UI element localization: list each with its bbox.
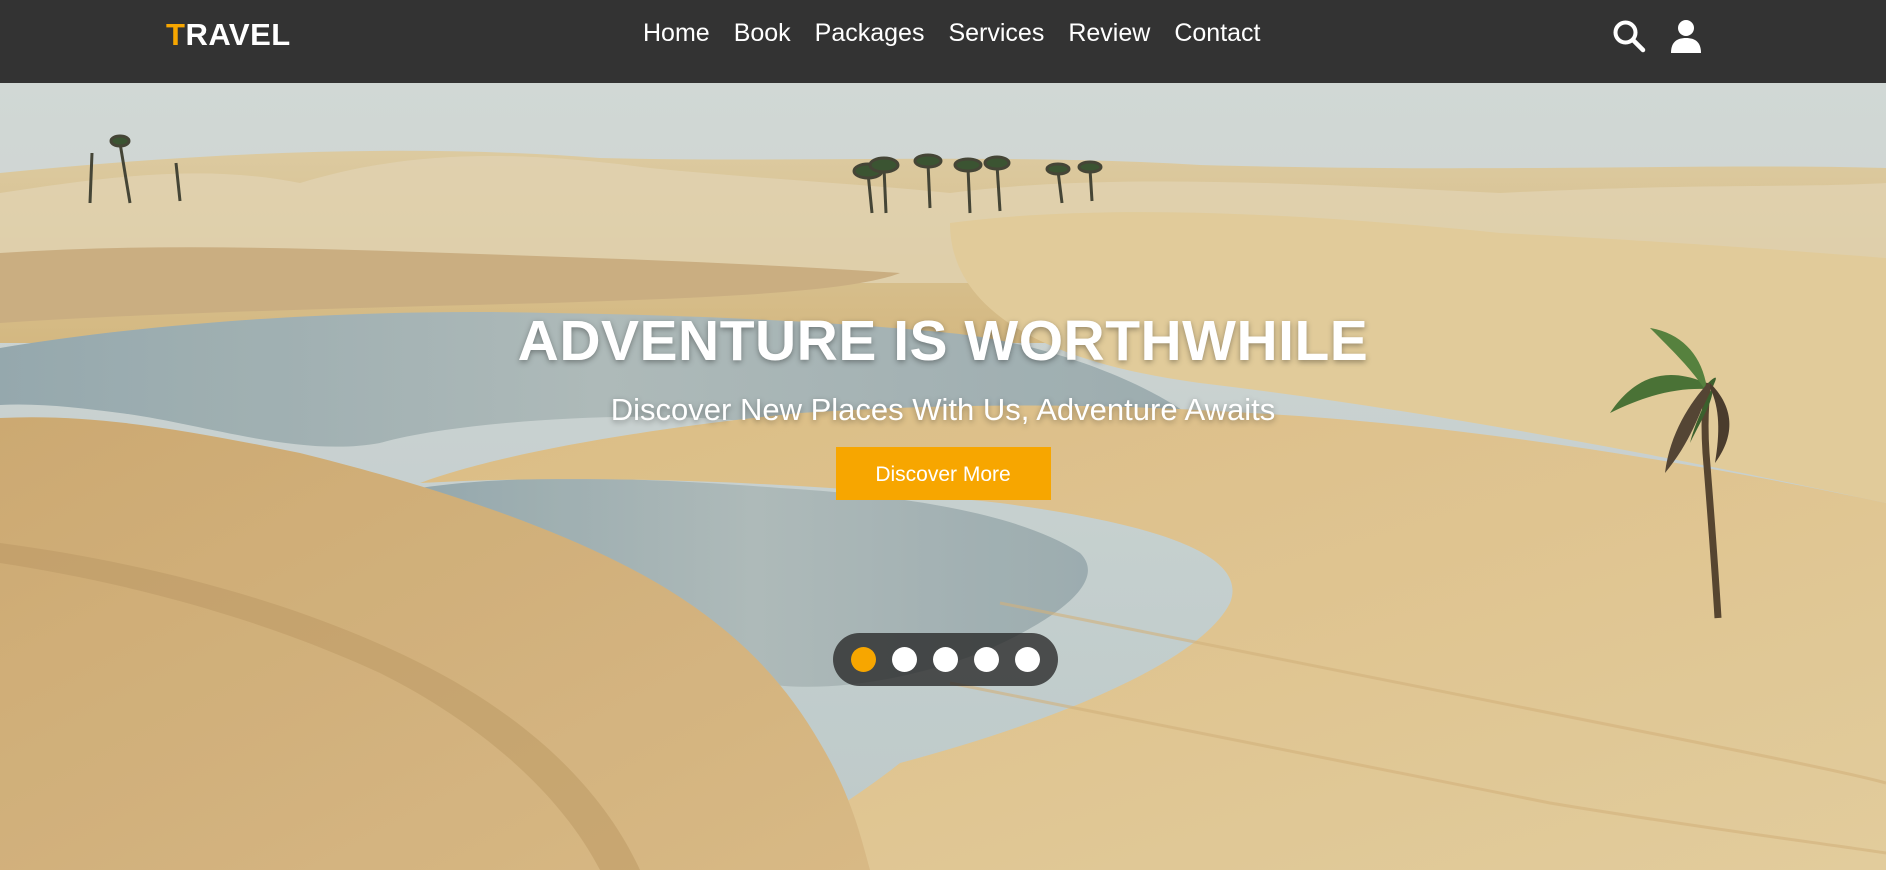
- nav-link-packages[interactable]: Packages: [815, 19, 925, 48]
- slider-dot-3[interactable]: [933, 647, 958, 672]
- hero-content: ADVENTURE IS WORTHWHILE Discover New Pla…: [0, 313, 1886, 500]
- discover-more-button[interactable]: Discover More: [835, 447, 1051, 500]
- slider-dot-2[interactable]: [892, 647, 917, 672]
- nav-link-book[interactable]: Book: [734, 19, 791, 48]
- nav-link-services[interactable]: Services: [948, 19, 1044, 48]
- search-icon[interactable]: [1611, 18, 1647, 54]
- hero-title: ADVENTURE IS WORTHWHILE: [517, 309, 1369, 373]
- slider-pagination: [833, 633, 1058, 686]
- brand-logo-first-letter: T: [166, 17, 186, 52]
- slider-dot-4[interactable]: [974, 647, 999, 672]
- nav-link-contact[interactable]: Contact: [1174, 19, 1260, 48]
- user-icon[interactable]: [1668, 18, 1704, 54]
- hero-subtitle: Discover New Places With Us, Adventure A…: [610, 392, 1276, 427]
- brand-logo-rest: RAVEL: [185, 17, 291, 52]
- nav-link-home[interactable]: Home: [643, 19, 710, 48]
- slider-dot-1[interactable]: [851, 647, 876, 672]
- hero-section: ADVENTURE IS WORTHWHILE Discover New Pla…: [0, 83, 1886, 870]
- nav-link-review[interactable]: Review: [1068, 19, 1150, 48]
- brand-logo[interactable]: TRAVEL: [166, 17, 291, 53]
- slider-dot-5[interactable]: [1015, 647, 1040, 672]
- navbar: TRAVEL Home Book Packages Services Revie…: [0, 0, 1886, 83]
- main-nav: Home Book Packages Services Review Conta…: [643, 19, 1261, 48]
